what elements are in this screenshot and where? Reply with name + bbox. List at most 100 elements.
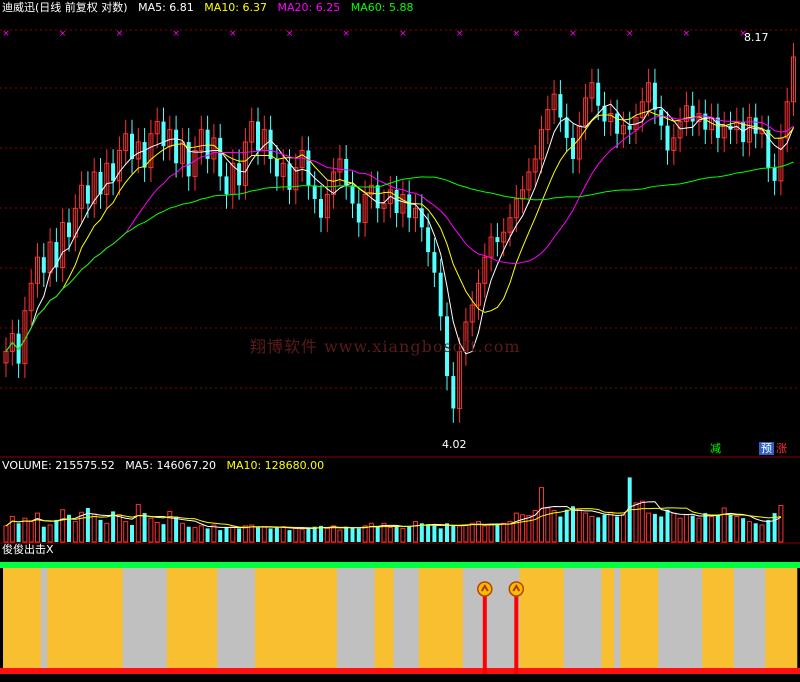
indicator-band	[255, 568, 262, 668]
volume-bar	[571, 506, 575, 542]
volume-bar	[312, 526, 317, 542]
indicator-band	[645, 568, 653, 668]
high-price-label: 8.17	[744, 31, 769, 44]
volume-bar	[513, 512, 519, 543]
volume-bar	[596, 517, 601, 542]
indicator-band	[563, 568, 571, 668]
volume-bar	[646, 512, 652, 543]
indicator-band	[318, 568, 325, 668]
indicator-band	[771, 568, 779, 668]
signal-marker: ×	[683, 29, 691, 39]
indicator-band	[557, 568, 565, 668]
candle-body	[41, 257, 46, 273]
indicator-band	[765, 568, 773, 668]
candlestick-chart[interactable]: × × × × × × × × × × × × × ×	[0, 0, 800, 458]
volume-bar	[564, 509, 569, 542]
candle-body	[690, 105, 695, 122]
volume-bar	[362, 525, 368, 543]
indicator-band	[418, 568, 426, 668]
indicator-band	[91, 568, 98, 668]
volume-bar	[135, 504, 141, 543]
volume-bar	[130, 525, 134, 542]
volume-bar	[54, 519, 59, 542]
indicator-band	[658, 568, 665, 668]
volume-bar	[344, 526, 349, 542]
indicator-band	[595, 568, 602, 668]
indicator-band	[210, 568, 218, 668]
indicator-band	[721, 568, 728, 668]
indicator-band	[702, 568, 710, 668]
volume-bar	[375, 526, 380, 542]
volume-bar	[426, 524, 431, 542]
volume-bar	[224, 527, 229, 542]
candle-body	[394, 189, 399, 213]
indicator-band	[229, 568, 237, 668]
low-price-label: 4.02	[442, 438, 467, 451]
volume-bar	[419, 523, 424, 542]
indicator-band	[777, 568, 785, 668]
indicator-band	[147, 568, 155, 668]
indicator-band	[217, 568, 224, 668]
volume-bar	[488, 524, 494, 543]
buy-signal-bar	[514, 594, 519, 674]
volume-chart[interactable]	[0, 458, 800, 544]
volume-bar	[759, 524, 765, 543]
volume-bar	[407, 526, 412, 542]
indicator-band	[324, 568, 332, 668]
volume-bar	[413, 521, 418, 543]
candle-body	[438, 272, 443, 317]
candle-body	[218, 137, 223, 177]
indicator-band	[633, 568, 640, 668]
indicator-band	[40, 568, 48, 668]
indicator-band	[280, 568, 287, 668]
volume-bar	[507, 521, 513, 543]
indicator-chart[interactable]	[0, 556, 800, 682]
volume-bar	[539, 487, 544, 543]
signal-marker: ×	[342, 29, 350, 39]
signal-marker: ×	[513, 29, 521, 39]
indicator-band	[714, 568, 722, 668]
indicator-band	[576, 568, 584, 668]
volume-bar	[230, 526, 236, 543]
indicator-band	[21, 568, 29, 668]
candle-body	[350, 185, 355, 204]
indicator-band	[84, 568, 92, 668]
indicator-band	[141, 568, 149, 668]
indicator-band	[387, 568, 395, 668]
indicator-band	[500, 568, 508, 668]
candle-body	[571, 137, 575, 159]
indicator-band	[160, 568, 168, 668]
volume-bar	[463, 524, 469, 543]
indicator-band	[570, 568, 577, 668]
volume-bar	[179, 522, 185, 543]
indicator-band	[431, 568, 439, 668]
volume-bar	[620, 514, 626, 543]
volume-bar	[9, 516, 15, 543]
volume-bar	[526, 515, 532, 543]
candle-body	[224, 176, 229, 195]
indicator-band	[355, 568, 363, 668]
indicator-band	[135, 568, 143, 668]
indicator-band	[72, 568, 80, 668]
signal-marker: ×	[569, 29, 577, 39]
volume-bar	[482, 525, 488, 543]
indicator-band	[261, 568, 269, 668]
candle-body	[356, 203, 361, 223]
volume-bar	[741, 518, 746, 542]
indicator-band	[198, 568, 206, 668]
indicator-band	[154, 568, 161, 668]
signal-marker: ×	[59, 29, 67, 39]
indicator-band	[248, 568, 256, 668]
candle-body	[256, 121, 260, 151]
volume-bar	[432, 525, 437, 542]
candle-body	[312, 185, 317, 199]
volume-bar	[280, 526, 286, 543]
indicator-band	[179, 568, 187, 668]
volume-bar	[576, 508, 582, 543]
volume-bar	[451, 525, 456, 542]
indicator-band	[103, 568, 111, 668]
volume-bar	[261, 526, 267, 543]
volume-bar	[652, 513, 657, 542]
volume-bar	[91, 513, 97, 543]
volume-bar	[41, 526, 46, 542]
